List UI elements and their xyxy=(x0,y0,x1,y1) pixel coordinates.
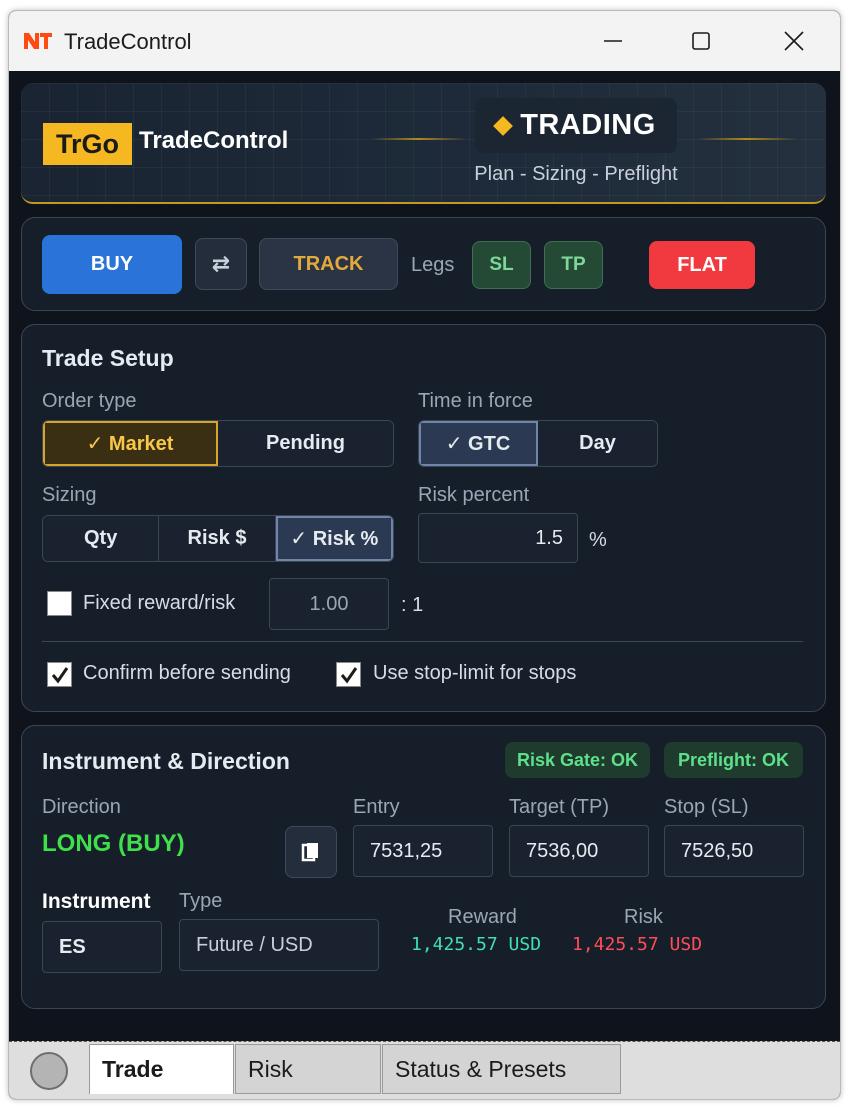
risk-percent-label: Risk percent xyxy=(418,484,530,506)
sizing-qty[interactable]: Qty xyxy=(43,516,160,561)
entry-value: 7531,25 xyxy=(370,839,443,862)
fixed-rr-value: 1.00 xyxy=(309,592,349,615)
order-type-market[interactable]: ✓ Market xyxy=(43,421,218,466)
target-input[interactable]: 7536,00 xyxy=(509,825,649,877)
target-value: 7536,00 xyxy=(526,839,599,862)
instrument-value: ES xyxy=(59,935,86,958)
window-title: TradeControl xyxy=(64,29,192,54)
tif-label: Time in force xyxy=(418,390,533,412)
stop-label: Stop (SL) xyxy=(664,796,749,818)
minimize-button[interactable] xyxy=(593,23,633,59)
sizing-label: Sizing xyxy=(42,484,97,506)
target-label: Target (TP) xyxy=(509,796,610,818)
fixed-rr-suffix: : 1 xyxy=(401,594,424,616)
direction-value: LONG (BUY) xyxy=(42,830,185,857)
take-profit-leg-button[interactable]: TP xyxy=(544,241,603,289)
client-area: TrGo TradeControl TRADING Plan - Sizing … xyxy=(9,71,840,1041)
fixed-rr-label: Fixed reward/risk xyxy=(83,592,236,614)
connection-status-indicator xyxy=(30,1052,68,1090)
trade-setup-panel: Trade Setup Order type ✓ Market Pending … xyxy=(21,324,826,712)
tab-status-presets[interactable]: Status & Presets xyxy=(382,1044,621,1094)
brand-badge: TrGo xyxy=(43,123,132,165)
setup-divider xyxy=(42,641,803,642)
close-button[interactable] xyxy=(774,23,814,59)
risk-gate-badge: Risk Gate: OK xyxy=(505,742,650,778)
banner-divider-right xyxy=(697,138,797,140)
direction-label: Direction xyxy=(42,796,121,818)
flat-button[interactable]: FLAT xyxy=(649,241,755,289)
tab-risk[interactable]: Risk xyxy=(235,1044,381,1094)
sizing-risk-dollar[interactable]: Risk $ xyxy=(159,516,276,561)
risk-percent-unit: % xyxy=(589,529,607,551)
close-icon xyxy=(784,31,804,51)
track-button[interactable]: TRACK xyxy=(259,238,398,290)
trade-setup-title: Trade Setup xyxy=(42,345,174,371)
order-type-pending[interactable]: Pending xyxy=(218,421,393,466)
swap-direction-button[interactable]: ⇄ xyxy=(195,238,247,290)
minimize-icon xyxy=(604,40,622,42)
type-value: Future / USD xyxy=(196,933,313,956)
risk-percent-value: 1.5 xyxy=(535,526,563,549)
fixed-rr-checkbox[interactable] xyxy=(47,591,72,616)
sizing-selector: Qty Risk $ ✓ Risk % xyxy=(42,515,394,562)
stop-limit-label: Use stop-limit for stops xyxy=(373,662,577,684)
instrument-input[interactable]: ES xyxy=(42,921,162,973)
order-type-label: Order type xyxy=(42,390,137,412)
confirm-checkbox[interactable] xyxy=(47,662,72,687)
tif-selector: ✓ GTC Day xyxy=(418,420,658,467)
type-field: Future / USD xyxy=(179,919,379,971)
stop-loss-leg-button[interactable]: SL xyxy=(472,241,531,289)
copy-button[interactable] xyxy=(285,826,337,878)
fixed-rr-input[interactable]: 1.00 xyxy=(269,578,389,630)
risk-percent-input[interactable]: 1.5 xyxy=(418,513,578,563)
app-logo-icon xyxy=(24,33,52,49)
instrument-panel: Instrument & Direction Risk Gate: OK Pre… xyxy=(21,725,826,1009)
risk-value: 1,425.57 USD xyxy=(572,934,703,955)
stop-limit-checkbox[interactable] xyxy=(336,662,361,687)
action-bar: BUY ⇄ TRACK Legs SL TP FLAT xyxy=(21,217,826,311)
title-bar: TradeControl xyxy=(9,11,840,71)
tab-trade[interactable]: Trade xyxy=(89,1044,234,1094)
banner-divider-left xyxy=(371,138,466,140)
order-type-selector: ✓ Market Pending xyxy=(42,420,394,467)
maximize-icon xyxy=(692,32,710,50)
buy-button[interactable]: BUY xyxy=(42,235,182,294)
instrument-title: Instrument & Direction xyxy=(42,748,290,774)
confirm-label: Confirm before sending xyxy=(83,662,291,684)
swap-icon: ⇄ xyxy=(211,251,231,276)
brand-name: TradeControl xyxy=(139,127,289,154)
tif-gtc[interactable]: ✓ GTC xyxy=(419,421,538,466)
checkmark-icon xyxy=(51,666,68,683)
entry-input[interactable]: 7531,25 xyxy=(353,825,493,877)
mode-indicator: TRADING xyxy=(475,98,677,153)
bottom-tab-bar: Trade Risk Status & Presets xyxy=(9,1041,840,1099)
risk-label: Risk xyxy=(624,906,663,928)
tif-day[interactable]: Day xyxy=(538,421,657,466)
maximize-button[interactable] xyxy=(681,23,721,59)
mode-subtitle: Plan - Sizing - Preflight xyxy=(474,163,678,185)
mode-label: TRADING xyxy=(520,109,656,141)
checkmark-icon xyxy=(340,666,357,683)
diamond-icon xyxy=(493,115,514,136)
reward-value: 1,425.57 USD xyxy=(411,934,542,955)
entry-label: Entry xyxy=(353,796,400,818)
sizing-risk-percent[interactable]: ✓ Risk % xyxy=(275,516,393,561)
preflight-badge: Preflight: OK xyxy=(664,742,803,778)
type-label: Type xyxy=(179,890,223,912)
reward-label: Reward xyxy=(448,906,517,928)
legs-label: Legs xyxy=(411,254,455,276)
stop-value: 7526,50 xyxy=(681,839,754,862)
stop-input[interactable]: 7526,50 xyxy=(664,825,804,877)
app-window: TradeControl TrGo TradeControl TRADING P… xyxy=(8,10,841,1100)
instrument-label: Instrument xyxy=(42,890,151,913)
copy-icon xyxy=(301,843,318,862)
header-banner: TrGo TradeControl TRADING Plan - Sizing … xyxy=(21,83,826,204)
